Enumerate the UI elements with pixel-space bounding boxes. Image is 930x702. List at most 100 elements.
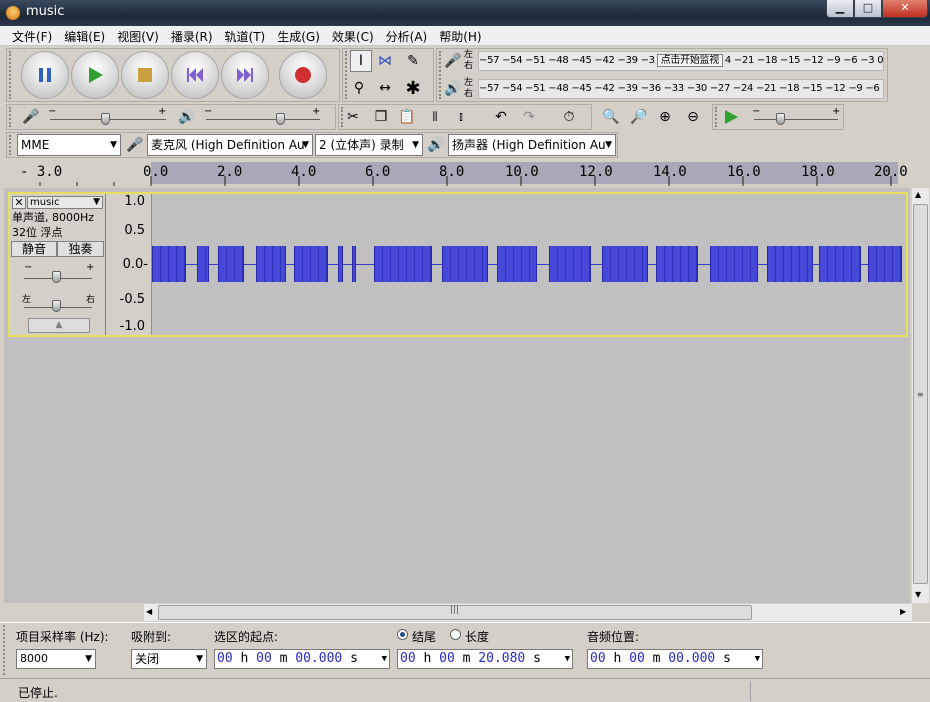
pause-button[interactable] xyxy=(21,51,69,99)
close-button[interactable]: ✕ xyxy=(882,0,928,18)
end-radio-label[interactable]: 结尾 xyxy=(412,628,436,645)
play-meter[interactable]: −57 −54 −51 −48 −45 −42 −39 −36 −33 −30 … xyxy=(478,79,884,99)
menu-edit[interactable]: 编辑(E) xyxy=(58,26,111,45)
gain-minus-label: − xyxy=(24,262,33,273)
toolbar-grip[interactable] xyxy=(9,107,15,127)
envelope-tool-icon[interactable]: ⋈ xyxy=(374,50,396,72)
fit-selection-icon[interactable]: ⊕ xyxy=(654,106,676,128)
toolbar-grip[interactable] xyxy=(3,625,9,675)
stop-button[interactable] xyxy=(121,51,169,99)
playback-device-select[interactable]: 扬声器 (High Definition Au ▼ xyxy=(448,134,616,156)
recording-device-select[interactable]: 麦克风 (High Definition Au ▼ xyxy=(147,134,313,156)
audacity-app-icon xyxy=(6,6,20,20)
waveform-segment xyxy=(602,246,648,282)
time-shift-tool-icon[interactable]: ↔ xyxy=(374,77,396,99)
input-volume-slider-thumb[interactable] xyxy=(101,113,110,125)
skip-to-end-button[interactable] xyxy=(221,51,269,99)
collapse-track-button[interactable]: ▲ xyxy=(28,318,90,333)
play-meter-left-label: 左 xyxy=(464,78,474,88)
end-hours: 00 xyxy=(400,651,416,666)
length-radio-label[interactable]: 长度 xyxy=(465,628,489,645)
menu-file[interactable]: 文件(F) xyxy=(0,26,58,45)
scroll-right-icon[interactable]: ▶ xyxy=(900,607,906,616)
play-speed-slider-thumb[interactable] xyxy=(776,113,785,125)
pan-slider-thumb[interactable] xyxy=(52,300,61,312)
waveform-segment xyxy=(868,246,902,282)
toolbar-grip[interactable] xyxy=(9,135,15,155)
scroll-left-icon[interactable]: ◀ xyxy=(146,607,152,616)
play-button[interactable] xyxy=(71,51,119,99)
multi-tool-icon[interactable]: ✱ xyxy=(402,77,424,99)
zoom-in-icon[interactable]: 🔍 xyxy=(600,106,622,128)
scroll-up-icon[interactable]: ▲ xyxy=(915,190,921,199)
waveform-display[interactable] xyxy=(152,194,902,335)
track-name-button[interactable]: music ▼ xyxy=(27,196,103,209)
play-meter-speaker-icon[interactable]: 🔊 xyxy=(442,78,464,100)
output-volume-slider-thumb[interactable] xyxy=(276,113,285,125)
chevron-down-icon[interactable]: ▼ xyxy=(382,650,387,668)
project-rate-select[interactable]: 8000 ▼ xyxy=(16,649,96,669)
playback-device-value: 扬声器 (High Definition Au xyxy=(452,138,606,152)
menu-analyze[interactable]: 分析(A) xyxy=(380,26,434,45)
menu-transport[interactable]: 播录(R) xyxy=(165,26,219,45)
play-icon xyxy=(725,110,738,124)
sync-lock-icon[interactable]: ⏱ xyxy=(558,106,580,128)
audio-host-select[interactable]: MME ▼ xyxy=(17,134,121,156)
status-bar: 已停止. xyxy=(0,678,930,702)
mute-button[interactable]: 静音 xyxy=(11,241,57,257)
chevron-down-icon[interactable]: ▼ xyxy=(565,650,570,668)
click-to-monitor[interactable]: 点击开始监视 xyxy=(656,54,723,67)
status-text: 已停止. xyxy=(18,686,58,700)
trim-icon[interactable]: ⫼ xyxy=(424,106,446,128)
play-at-speed-button[interactable] xyxy=(720,106,742,128)
menu-view[interactable]: 视图(V) xyxy=(111,26,165,45)
undo-icon[interactable]: ↶ xyxy=(490,106,512,128)
recording-channels-select[interactable]: 2 (立体声) 录制 ▼ xyxy=(315,134,423,156)
selection-tool-icon[interactable]: I xyxy=(350,50,372,72)
snap-to-select[interactable]: 关闭 ▼ xyxy=(131,649,207,669)
zoom-tool-icon[interactable]: ⚲ xyxy=(348,77,370,99)
horizontal-scrollbar[interactable]: ◀ ||| ▶ xyxy=(144,604,912,621)
menu-tracks[interactable]: 轨道(T) xyxy=(219,26,272,45)
menu-generate[interactable]: 生成(G) xyxy=(271,26,326,45)
paste-icon[interactable]: 📋 xyxy=(396,106,418,128)
record-meter[interactable]: −57 −54 −51 −48 −45 −42 −39 −3 点击开始监视 4 −2… xyxy=(478,51,884,71)
menu-help[interactable]: 帮助(H) xyxy=(433,26,487,45)
vertical-amplitude-ruler: 1.0 0.5 0.0- -0.5 -1.0 xyxy=(106,194,152,335)
end-radio[interactable] xyxy=(397,629,408,640)
gain-slider-thumb[interactable] xyxy=(52,271,61,283)
draw-tool-icon[interactable]: ✎ xyxy=(402,50,424,72)
record-meter-left-label: 左 xyxy=(464,50,474,60)
output-volume-slider[interactable] xyxy=(206,119,320,120)
record-meter-mic-icon[interactable]: 🎤 xyxy=(442,50,464,72)
scroll-down-icon[interactable]: ▼ xyxy=(915,590,921,599)
fit-project-icon[interactable]: ⊖ xyxy=(682,106,704,128)
waveform-segment xyxy=(338,246,343,282)
cut-icon[interactable]: ✂ xyxy=(342,106,364,128)
selection-start-field[interactable]: 00 h 00 m 00.000 s ▼ xyxy=(214,649,390,669)
audio-position-field[interactable]: 00 h 00 m 00.000 s ▼ xyxy=(587,649,763,669)
length-radio[interactable] xyxy=(450,629,461,640)
selection-end-field[interactable]: 00 h 00 m 20.080 s ▼ xyxy=(397,649,573,669)
solo-button[interactable]: 独奏 xyxy=(57,241,104,257)
toolbar-grip[interactable] xyxy=(9,51,15,99)
recording-device-mic-icon: 🎤 xyxy=(126,137,144,153)
redo-icon[interactable]: ↷ xyxy=(518,106,540,128)
play-meter-right-label: 右 xyxy=(464,89,474,99)
minimize-button[interactable]: ▁ xyxy=(826,0,854,18)
menu-effect[interactable]: 效果(C) xyxy=(326,26,380,45)
zoom-out-icon[interactable]: 🔎 xyxy=(628,106,650,128)
vertical-scrollbar[interactable]: ▲ ≡ ▼ xyxy=(912,188,929,603)
track-close-icon[interactable]: ✕ xyxy=(12,196,26,209)
play-speed-slider[interactable] xyxy=(754,119,838,120)
record-button[interactable] xyxy=(279,51,327,99)
copy-icon[interactable]: ❐ xyxy=(370,106,392,128)
skip-to-start-button[interactable] xyxy=(171,51,219,99)
maximize-button[interactable]: □ xyxy=(854,0,882,18)
unit-minutes: m xyxy=(652,651,661,666)
chevron-down-icon[interactable]: ▼ xyxy=(755,650,760,668)
unit-minutes: m xyxy=(279,651,288,666)
silence-icon[interactable]: ⫾ xyxy=(450,106,472,128)
track-name: music xyxy=(30,197,60,208)
track-sample-format: 32位 浮点 xyxy=(12,226,63,239)
